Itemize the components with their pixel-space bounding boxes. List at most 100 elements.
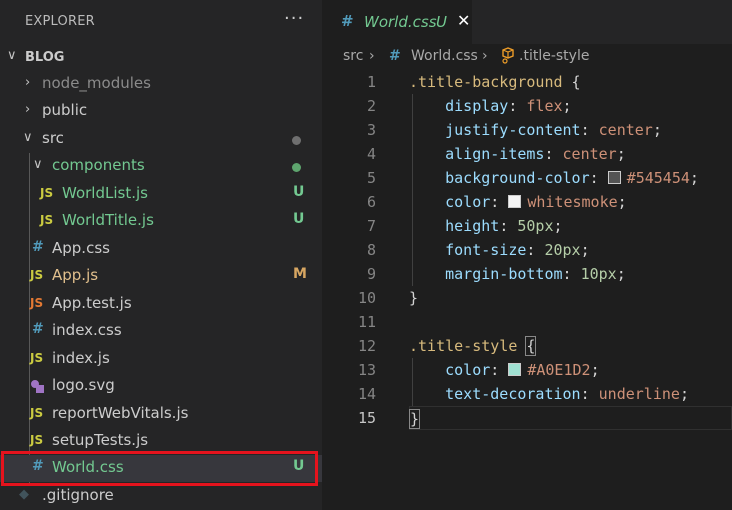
semicolon: ; (562, 97, 572, 115)
open-brace: { (562, 73, 581, 91)
css-value: 20px (544, 241, 581, 259)
semicolon: ; (616, 265, 626, 283)
tree-item-label: index.js (52, 349, 110, 367)
line-number: 2 (366, 97, 376, 115)
tree-root-blog[interactable]: ∨ BLOG (0, 44, 322, 71)
line-number: 10 (357, 289, 376, 307)
root-folder-label: BLOG (25, 50, 65, 65)
colon: : (508, 97, 527, 115)
semicolon: ; (553, 217, 563, 235)
git-status-badge: U (293, 211, 305, 227)
css-property: font-size (445, 241, 527, 259)
css-selector: .title-style (409, 337, 518, 355)
tree-item-index-css[interactable]: # index.css (0, 318, 322, 345)
css-property: display (445, 97, 509, 115)
tree-item-gitignore[interactable]: ◆ .gitignore (0, 483, 322, 510)
code-line-15-current: } (408, 406, 732, 430)
semicolon: ; (617, 193, 627, 211)
breadcrumb-file[interactable]: World.css (411, 48, 478, 64)
code-line-7: height: 50px; (409, 214, 563, 238)
more-actions-icon[interactable]: ··· (284, 8, 304, 29)
css-value: #545454 (626, 169, 690, 187)
tree-item-components[interactable]: ∨ components (0, 153, 322, 180)
css-value: underline (598, 385, 680, 403)
semicolon: ; (616, 145, 626, 163)
breadcrumb-symbol[interactable]: .title-style (519, 48, 589, 64)
test-file-icon: JS (30, 296, 44, 310)
js-file-icon: JS (40, 213, 54, 227)
tree-item-public[interactable]: › public (0, 98, 322, 125)
close-brace-matched: } (408, 409, 421, 429)
git-status-badge: M (293, 266, 307, 282)
tree-item-label: App.js (52, 266, 99, 284)
css-file-icon: # (341, 12, 354, 30)
colon: : (580, 385, 599, 403)
code-line-2: display: flex; (409, 94, 572, 118)
git-status-badge: U (293, 184, 305, 200)
css-file-icon: # (389, 48, 401, 64)
css-selector: .title-background (409, 73, 563, 91)
code-line-9: margin-bottom: 10px; (409, 262, 626, 286)
js-file-icon: JS (30, 351, 44, 365)
js-file-icon: JS (40, 186, 54, 200)
tree-item-src[interactable]: ∨ src (0, 126, 322, 153)
colon: : (589, 169, 608, 187)
code-line-13: color: #A0E1D2; (409, 358, 600, 382)
tab-world-css[interactable]: # World.css U ✕ (322, 0, 472, 44)
tree-item-label: public (42, 101, 88, 119)
explorer-title: EXPLORER (25, 14, 95, 29)
tab-bar: # World.css U ✕ (322, 0, 732, 44)
line-number: 9 (366, 265, 376, 283)
semicolon: ; (590, 361, 600, 379)
line-number: 3 (366, 121, 376, 139)
colon: : (580, 121, 599, 139)
line-number: 13 (357, 361, 376, 379)
color-swatch[interactable] (607, 171, 621, 184)
chevron-right-icon: › (482, 48, 488, 64)
tree-item-label: App.test.js (52, 294, 132, 312)
tree-item-label: logo.svg (52, 376, 115, 394)
code-line-6: color: whitesmoke; (409, 190, 627, 214)
line-number: 1 (366, 73, 376, 91)
breadcrumb-folder[interactable]: src (343, 48, 363, 64)
css-property: color (445, 361, 491, 379)
tree-item-app-css[interactable]: # App.css (0, 236, 322, 263)
line-number: 12 (357, 337, 376, 355)
tree-item-worldtitle[interactable]: JS WorldTitle.js U (0, 208, 322, 235)
code-line-3: justify-content: center; (409, 118, 662, 142)
chevron-right-icon: › (369, 48, 375, 64)
css-value: 50px (517, 217, 554, 235)
code-line-12: .title-style { (409, 334, 537, 358)
semicolon: ; (689, 169, 699, 187)
tree-item-node-modules[interactable]: › node_modules (0, 71, 322, 98)
semicolon: ; (652, 121, 662, 139)
line-number: 6 (366, 193, 376, 211)
tab-label: World.css (364, 13, 437, 31)
explorer-header: EXPLORER ··· (0, 0, 322, 44)
js-file-icon: JS (30, 268, 44, 282)
css-value: center (598, 121, 653, 139)
open-brace-matched: { (525, 336, 537, 356)
color-swatch[interactable] (508, 363, 522, 376)
close-icon[interactable]: ✕ (457, 11, 470, 30)
chevron-down-icon: ∨ (33, 157, 43, 172)
chevron-right-icon: › (25, 75, 31, 90)
close-brace: } (409, 289, 419, 307)
color-swatch[interactable] (508, 195, 522, 208)
tree-item-logo-svg[interactable]: logo.svg (0, 373, 322, 400)
tree-item-app-js[interactable]: JS App.js M (0, 263, 322, 290)
tree-item-reportwebvitals[interactable]: JS reportWebVitals.js (0, 401, 322, 428)
chevron-down-icon: ∨ (23, 130, 33, 145)
line-number: 4 (366, 145, 376, 163)
css-property: text-decoration (445, 385, 581, 403)
colon: : (544, 145, 563, 163)
css-value: center (562, 145, 617, 163)
tree-item-index-js[interactable]: JS index.js (0, 346, 322, 373)
code-line-14: text-decoration: underline; (409, 382, 689, 406)
css-value: flex (526, 97, 563, 115)
tree-item-worldlist[interactable]: JS WorldList.js U (0, 181, 322, 208)
breadcrumb: src › # World.css › .title-style (322, 44, 732, 70)
tree-item-label: WorldList.js (62, 184, 148, 202)
code-line-4: align-items: center; (409, 142, 626, 166)
tree-item-app-test[interactable]: JS App.test.js (0, 291, 322, 318)
